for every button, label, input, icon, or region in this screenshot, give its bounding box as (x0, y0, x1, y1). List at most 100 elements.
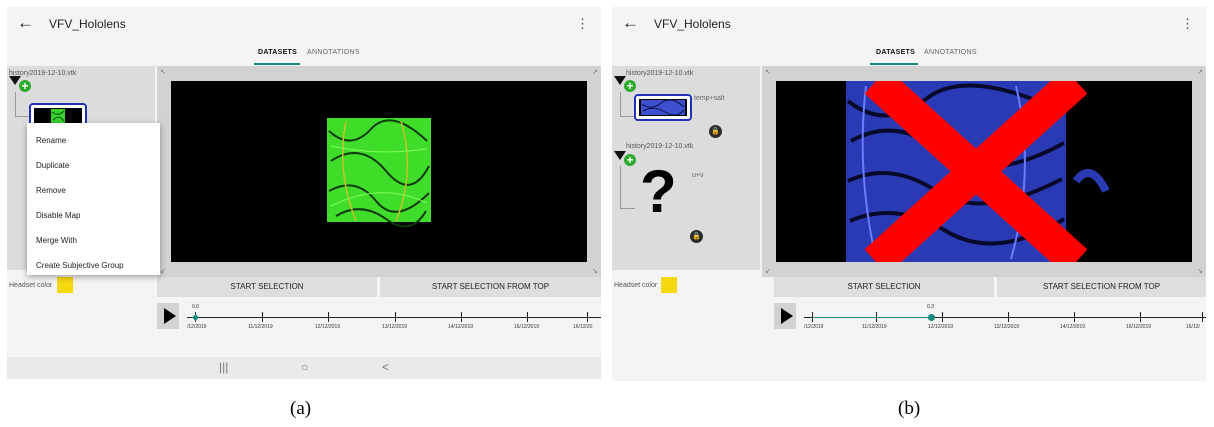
time-tick (812, 312, 813, 322)
menu-item-create-subjective-group[interactable]: Create Subjective Group (36, 261, 124, 270)
app-bar: ← VFV_Hololens ⋮ (7, 7, 601, 40)
time-tick (461, 312, 462, 322)
menu-item-disable-map[interactable]: Disable Map (36, 211, 80, 220)
time-label: 16/12/2019 (514, 324, 540, 330)
time-value: 0.3 (927, 304, 934, 310)
time-label: 12/12/2019 (315, 324, 341, 330)
tab-datasets[interactable]: DATASETS (876, 49, 915, 56)
menu-item-duplicate[interactable]: Duplicate (36, 161, 69, 170)
time-tick (1140, 312, 1141, 322)
time-tick (1202, 312, 1203, 322)
start-selection-button[interactable]: START SELECTION (157, 277, 377, 297)
map-thumbnail-image (639, 99, 687, 116)
time-thumb[interactable] (928, 314, 935, 321)
app-title: VFV_Hololens (49, 17, 126, 31)
tab-indicator (870, 63, 918, 65)
time-tick (1074, 312, 1075, 322)
time-label: 14/12/2019 (448, 324, 474, 330)
resize-handle-icon[interactable]: ↖ (160, 68, 166, 76)
time-label: /12/2019 (187, 324, 207, 330)
map-label: temp+salt (694, 95, 725, 102)
time-tick (587, 312, 588, 322)
time-slider[interactable]: 0.3 /12/2019 11/12/2019 12/12/2019 13/12… (804, 304, 1206, 334)
menu-item-remove[interactable]: Remove (36, 186, 66, 195)
flow-visualization (846, 81, 1110, 262)
time-value: 0.0 (192, 304, 199, 310)
tab-indicator (254, 63, 300, 65)
resize-handle-icon[interactable]: ↘ (1197, 267, 1203, 275)
tab-bar: DATASETS ANNOTATIONS (612, 49, 1206, 67)
context-menu: Rename Duplicate Remove Disable Map Merg… (27, 123, 160, 275)
dataset-name: history2019-12-10.vtk (626, 143, 694, 150)
render-viewport[interactable]: ↖ ↗ ↙ ↘ (157, 66, 601, 277)
time-slider[interactable]: 0.0 /12/2019 11/12/2019 12/12/2019 13/12… (187, 304, 601, 334)
dataset-name: history2019-12-10.vtk (626, 70, 694, 77)
tree-connector (620, 92, 635, 117)
caption-b: (b) (898, 398, 921, 419)
time-progress (812, 317, 931, 318)
plus-icon[interactable]: + (624, 154, 636, 166)
arrow-left-icon[interactable]: ← (17, 13, 34, 33)
tab-annotations[interactable]: ANNOTATIONS (924, 49, 977, 56)
start-selection-from-top-button[interactable]: START SELECTION FROM TOP (997, 277, 1206, 297)
volume-render-canvas[interactable] (171, 81, 587, 262)
headset-color-label: Headset color (614, 282, 658, 289)
time-label: /12/2019 (804, 324, 824, 330)
time-label: 16/12/20 (573, 324, 593, 330)
recent-apps-icon[interactable]: ||| (219, 360, 228, 374)
render-viewport[interactable]: ↖ ↗ ↙ ↘ (762, 66, 1206, 277)
time-label: 16/12/2019 (1126, 324, 1152, 330)
start-selection-from-top-button[interactable]: START SELECTION FROM TOP (380, 277, 601, 297)
headset-color-swatch[interactable] (661, 277, 677, 293)
time-tick (942, 312, 943, 322)
app-bar: ← VFV_Hololens ⋮ (612, 7, 1206, 40)
tree-connector (620, 166, 635, 209)
screenshot-b: ← VFV_Hololens ⋮ DATASETS ANNOTATIONS hi… (612, 7, 1206, 381)
start-selection-button[interactable]: START SELECTION (774, 277, 994, 297)
menu-item-rename[interactable]: Rename (36, 136, 66, 145)
play-button[interactable] (157, 303, 179, 329)
screenshot-a: ← VFV_Hololens ⋮ DATASETS ANNOTATIONS hi… (7, 7, 601, 379)
time-label: 11/12/2019 (862, 324, 887, 330)
play-button[interactable] (774, 303, 796, 329)
time-tick (527, 312, 528, 322)
time-label: 12/12/2019 (928, 324, 954, 330)
kebab-icon[interactable]: ⋮ (576, 16, 589, 32)
time-tick (328, 312, 329, 322)
flow-visualization (327, 118, 431, 228)
home-icon[interactable]: ○ (301, 360, 308, 374)
resize-handle-icon[interactable]: ↘ (592, 267, 598, 275)
time-tick (876, 312, 877, 322)
back-nav-icon[interactable]: < (382, 360, 389, 374)
time-thumb[interactable] (192, 314, 199, 321)
time-tick (262, 312, 263, 322)
lock-icon[interactable]: 🔒 (709, 125, 722, 138)
time-label: 14/12/2019 (1060, 324, 1086, 330)
app-title: VFV_Hololens (654, 17, 731, 31)
menu-item-merge-with[interactable]: Merge With (36, 236, 77, 245)
tab-annotations[interactable]: ANNOTATIONS (307, 49, 360, 56)
resize-handle-icon[interactable]: ↗ (592, 68, 598, 76)
play-icon (164, 308, 176, 324)
time-label: 11/12/2019 (248, 324, 273, 330)
tab-bar: DATASETS ANNOTATIONS (7, 49, 601, 67)
resize-handle-icon[interactable]: ↖ (765, 68, 771, 76)
dataset-sidebar: history2019-12-10.vtk + temp+salt 🔒 hist… (612, 66, 760, 270)
map-label: u+v (692, 172, 704, 179)
question-mark-icon[interactable]: ? (640, 162, 677, 222)
resize-handle-icon[interactable]: ↙ (765, 267, 771, 275)
headset-color-label: Headset color (9, 282, 53, 289)
arrow-left-icon[interactable]: ← (622, 13, 639, 33)
resize-handle-icon[interactable]: ↙ (160, 267, 166, 275)
map-thumbnail[interactable] (634, 94, 692, 121)
plus-icon[interactable]: + (19, 80, 31, 92)
resize-handle-icon[interactable]: ↗ (1197, 68, 1203, 76)
kebab-icon[interactable]: ⋮ (1181, 16, 1194, 32)
lock-icon[interactable]: 🔒 (690, 230, 703, 243)
android-nav-bar: ||| ○ < (7, 357, 601, 379)
volume-render-canvas[interactable] (776, 81, 1192, 262)
tab-datasets[interactable]: DATASETS (258, 49, 297, 56)
plus-icon[interactable]: + (624, 80, 636, 92)
headset-color-swatch[interactable] (57, 277, 73, 293)
play-icon (781, 308, 793, 324)
